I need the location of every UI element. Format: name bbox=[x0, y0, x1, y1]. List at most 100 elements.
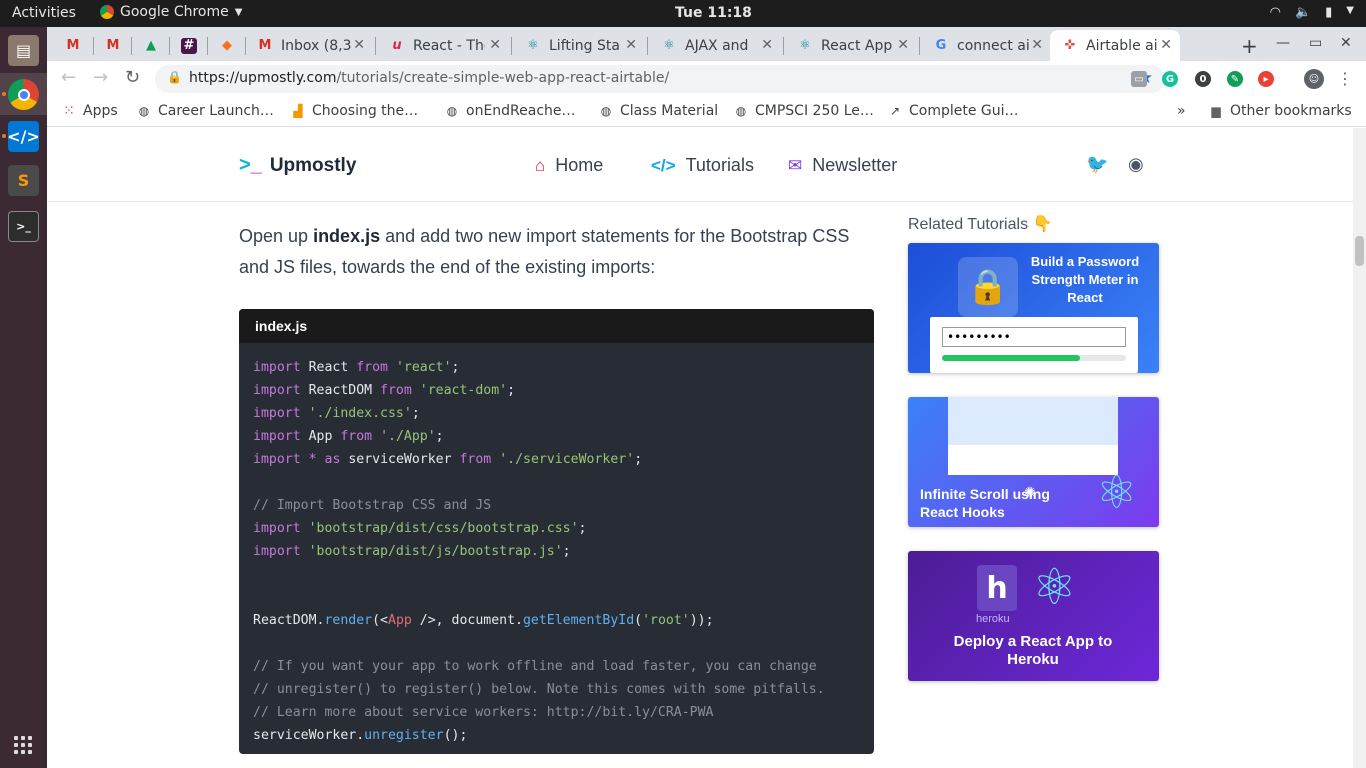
close-tab-icon[interactable]: ✕ bbox=[625, 37, 637, 53]
tab-react[interactable]: u React - The ✕ bbox=[377, 30, 509, 61]
password-input: ••••••••• bbox=[942, 327, 1126, 347]
show-applications-icon[interactable] bbox=[14, 736, 32, 754]
extension-icon[interactable]: 0 bbox=[1195, 71, 1211, 87]
page-scrollbar[interactable] bbox=[1353, 128, 1366, 768]
bookmarks-overflow-button[interactable]: » bbox=[1177, 103, 1186, 119]
tab-ajax[interactable]: ⚛ AJAX and ✕ bbox=[649, 30, 781, 61]
code-filename: index.js bbox=[239, 309, 874, 343]
grammarly-icon[interactable]: G bbox=[1162, 71, 1178, 87]
globe-icon: ◍ bbox=[138, 104, 150, 118]
apps-grid-icon: ⁙ bbox=[63, 103, 75, 119]
reload-icon[interactable]: ↻ bbox=[125, 67, 140, 88]
tab-lifting-state[interactable]: ⚛ Lifting Sta ✕ bbox=[513, 30, 645, 61]
volume-icon: 🔈 bbox=[1294, 5, 1312, 20]
twitter-icon[interactable]: 🐦 bbox=[1086, 154, 1108, 175]
tab-2[interactable]: ▲ bbox=[131, 30, 169, 61]
running-indicator bbox=[2, 92, 6, 96]
tab-connect[interactable]: G connect ai ✕ bbox=[921, 30, 1051, 61]
dock: ▤ </> S >_ bbox=[0, 27, 47, 768]
code-content: import React from 'react'; import ReactD… bbox=[253, 360, 825, 743]
app-menu[interactable]: Google Chrome ▼ bbox=[100, 4, 242, 20]
folder-icon: ▆ bbox=[1211, 104, 1221, 118]
card-title: Deploy a React App to Heroku bbox=[953, 633, 1113, 668]
close-tab-icon[interactable]: ✕ bbox=[1160, 37, 1172, 53]
card-title: Build a Password Strength Meter in React bbox=[1030, 254, 1140, 305]
minimize-icon[interactable]: — bbox=[1276, 35, 1290, 51]
extension-icon[interactable]: ▸ bbox=[1258, 71, 1274, 87]
heroku-label: heroku bbox=[976, 613, 1010, 625]
envelope-icon: ✉ bbox=[788, 155, 803, 175]
site-logo[interactable]: >_ Upmostly bbox=[239, 154, 356, 177]
bookmark-item[interactable]: ◍ CMPSCI 250 Le… bbox=[733, 103, 874, 119]
extension-icon[interactable]: ✎ bbox=[1227, 71, 1243, 87]
gmail-icon: M bbox=[258, 38, 272, 53]
bookmark-apps[interactable]: ⁙ Apps bbox=[61, 103, 118, 119]
react-icon: ⚛ bbox=[527, 38, 539, 53]
code-icon: </> bbox=[651, 155, 676, 175]
tab-0[interactable]: M bbox=[53, 30, 91, 61]
terminal-icon[interactable]: >_ bbox=[8, 211, 39, 242]
battery-icon: ▮ bbox=[1325, 5, 1333, 20]
close-tab-icon[interactable]: ✕ bbox=[353, 37, 365, 53]
close-window-icon[interactable]: ✕ bbox=[1340, 35, 1352, 51]
chrome-icon[interactable] bbox=[8, 79, 39, 110]
tab-3[interactable]: # bbox=[169, 30, 207, 61]
avatar[interactable]: ☺ bbox=[1304, 69, 1324, 89]
tab-4[interactable]: ◆ bbox=[207, 30, 245, 61]
bookmark-item[interactable]: ↗ Complete Gui… bbox=[887, 103, 1019, 119]
tab-strip: M M ▲ # ◆ M Inbox (8,3 ✕ u React - The ✕… bbox=[47, 27, 1366, 61]
site-header: >_ Upmostly ⌂ Home </> Tutorials ✉ Newsl… bbox=[47, 128, 1353, 202]
react-icon: u bbox=[392, 38, 402, 53]
maximize-icon[interactable]: ▭ bbox=[1309, 35, 1322, 51]
new-tab-button[interactable]: + bbox=[1241, 34, 1258, 58]
forward-icon[interactable]: → bbox=[93, 67, 108, 88]
running-indicator bbox=[2, 134, 6, 138]
clock[interactable]: Tue 11:18 bbox=[675, 5, 752, 21]
browser-toolbar: ← → ↻ 🔒 https://upmostly.com/tutorials/c… bbox=[47, 61, 1366, 97]
nav-home[interactable]: ⌂ Home bbox=[535, 155, 603, 176]
bookmark-item[interactable]: ◍ Career Launch… bbox=[136, 103, 274, 119]
airtable-icon: ✜ bbox=[1064, 38, 1076, 53]
files-icon[interactable]: ▤ bbox=[8, 35, 39, 66]
nav-tutorials[interactable]: </> Tutorials bbox=[651, 155, 754, 176]
slack-icon: # bbox=[181, 37, 197, 54]
extension-icon[interactable]: ▭ bbox=[1131, 71, 1147, 87]
back-icon[interactable]: ← bbox=[61, 67, 76, 88]
address-bar[interactable]: 🔒 https://upmostly.com/tutorials/create-… bbox=[155, 65, 1165, 93]
activities-button[interactable]: Activities bbox=[12, 5, 76, 21]
sublime-icon[interactable]: S bbox=[8, 165, 39, 196]
chart-icon: ▟ bbox=[293, 104, 303, 118]
lock-icon[interactable]: 🔒 bbox=[167, 70, 182, 84]
code-block: index.js import React from 'react'; impo… bbox=[239, 309, 874, 754]
close-tab-icon[interactable]: ✕ bbox=[1031, 37, 1043, 53]
lock-icon: 🔒 bbox=[958, 257, 1018, 317]
home-icon: ⌂ bbox=[535, 155, 546, 175]
caret-down-icon: ▼ bbox=[1346, 5, 1354, 16]
bookmarks-bar: ⁙ Apps ◍ Career Launch… ▟ Choosing the… … bbox=[47, 97, 1366, 127]
tab-inbox[interactable]: M Inbox (8,3 ✕ bbox=[245, 30, 373, 61]
tab-airtable[interactable]: ✜ Airtable ai ✕ bbox=[1050, 30, 1180, 61]
list-illustration bbox=[948, 397, 1118, 447]
github-icon[interactable]: ◉ bbox=[1128, 154, 1144, 175]
bookmark-item[interactable]: ◍ Class Material bbox=[598, 103, 718, 119]
caret-down-icon: ▼ bbox=[234, 6, 243, 18]
bookmark-item[interactable]: ▟ Choosing the… bbox=[290, 103, 418, 119]
nav-newsletter[interactable]: ✉ Newsletter bbox=[788, 155, 897, 176]
system-tray[interactable]: ◠ 🔈 ▮ ▼ bbox=[1270, 5, 1354, 20]
close-tab-icon[interactable]: ✕ bbox=[489, 37, 501, 53]
bookmark-item[interactable]: ◍ onEndReache… bbox=[444, 103, 576, 119]
related-card-infinite-scroll[interactable]: Infinite Scroll using React Hooks ✺ ⚛ bbox=[908, 397, 1159, 527]
close-tab-icon[interactable]: ✕ bbox=[897, 37, 909, 53]
close-tab-icon[interactable]: ✕ bbox=[761, 37, 773, 53]
article-paragraph: Open up index.js and add two new import … bbox=[239, 226, 850, 277]
tab-1[interactable]: M bbox=[93, 30, 131, 61]
related-card-password-meter[interactable]: 🔒 Build a Password Strength Meter in Rea… bbox=[908, 243, 1159, 373]
scrollbar-thumb[interactable] bbox=[1355, 236, 1364, 266]
menu-icon[interactable]: ⋮ bbox=[1337, 69, 1353, 88]
heroku-icon: h bbox=[977, 565, 1017, 611]
vscode-icon[interactable]: </> bbox=[7, 121, 40, 152]
globe-icon: ◍ bbox=[446, 104, 458, 118]
related-card-deploy-heroku[interactable]: h heroku ⚛ Deploy a React App to Heroku bbox=[908, 551, 1159, 681]
other-bookmarks[interactable]: ▆ Other bookmarks bbox=[1208, 103, 1351, 119]
tab-react-app[interactable]: ⚛ React App ✕ bbox=[785, 30, 917, 61]
